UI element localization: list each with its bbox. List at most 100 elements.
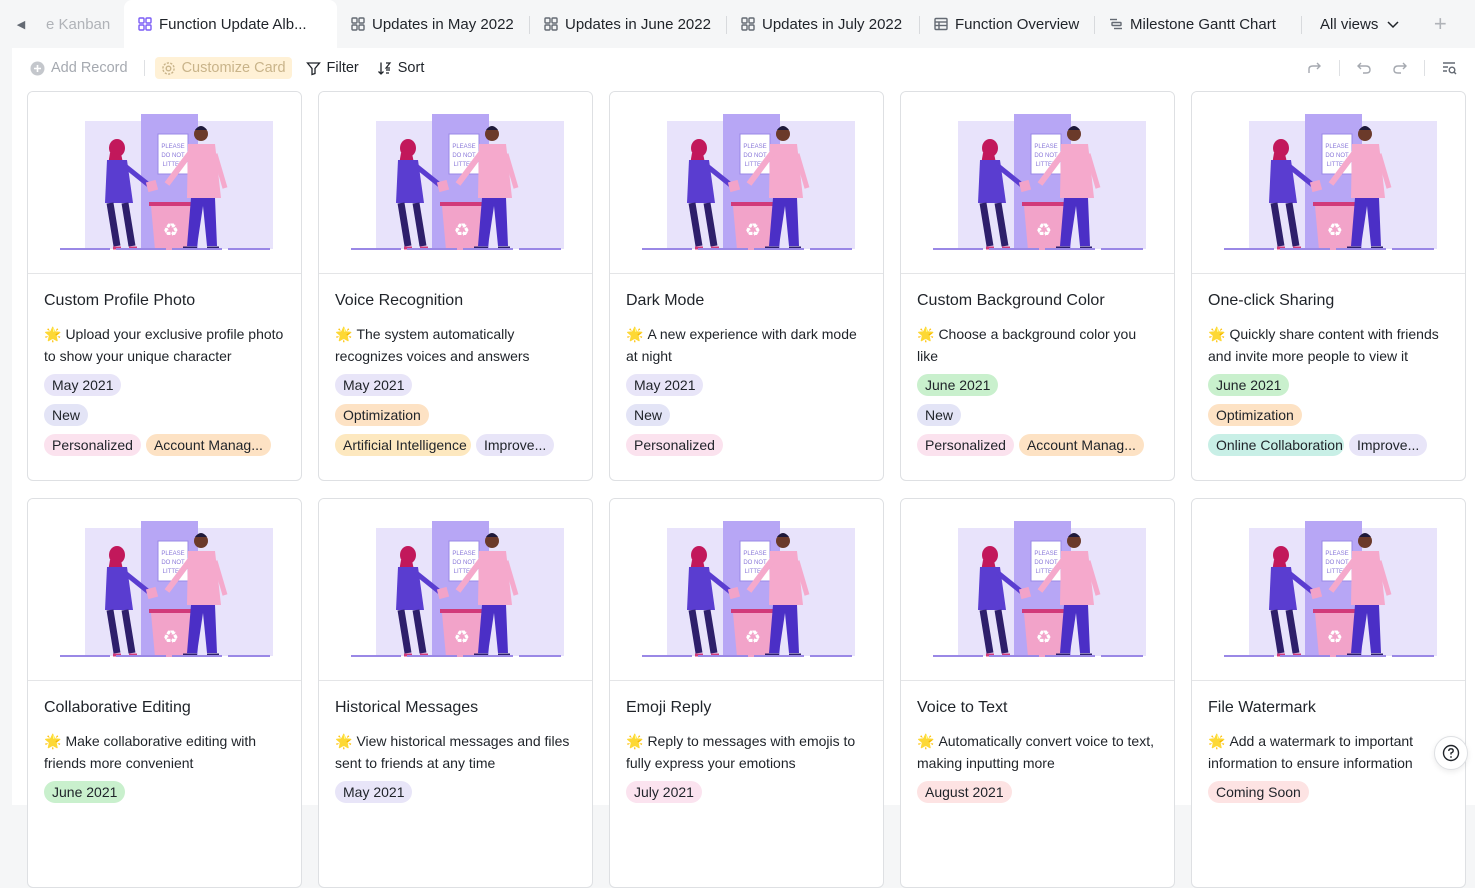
star-emoji-icon: 🌟 bbox=[1208, 326, 1226, 342]
table-icon bbox=[934, 17, 948, 31]
tab-updates-june-2022[interactable]: Updates in June 2022 bbox=[530, 0, 727, 48]
month-field: June 2021 bbox=[1208, 374, 1449, 396]
month-tag: Coming Soon bbox=[1208, 781, 1309, 803]
search-records-icon[interactable] bbox=[1431, 60, 1467, 76]
card-body: Custom Background Color 🌟 Choose a backgro… bbox=[901, 274, 1174, 456]
card-description-text: Add a watermark to important information… bbox=[1208, 733, 1414, 771]
card-description-text: View historical messages and files sent … bbox=[335, 733, 570, 771]
card-description: 🌟 Reply to messages with emojis to fully … bbox=[626, 730, 867, 774]
card-description-text: Choose a background color you like bbox=[917, 326, 1137, 364]
month-tag: May 2021 bbox=[335, 374, 413, 396]
tab-partial-kanban[interactable]: e Kanban bbox=[42, 0, 124, 48]
filter-button[interactable]: Filter bbox=[305, 60, 359, 76]
month-tag: August 2021 bbox=[917, 781, 1012, 803]
record-card[interactable]: PLEASE DO NOT LITTER ♻ Voice to Text 🌟 Aut… bbox=[900, 498, 1175, 888]
help-icon bbox=[1442, 744, 1460, 762]
month-tag: May 2021 bbox=[44, 374, 122, 396]
category-tag: Online Collaboration bbox=[1208, 434, 1344, 456]
card-gallery: PLEASE DO NOT LITTER ♻ Custom Profile Ph… bbox=[12, 88, 1475, 888]
svg-text:♻: ♻ bbox=[162, 627, 178, 648]
tab-label: Updates in May 2022 bbox=[372, 15, 514, 33]
sort-button[interactable]: Sort bbox=[377, 60, 424, 76]
card-description: 🌟 The system automatically recognizes voi… bbox=[335, 323, 576, 367]
tab-updates-may-2022[interactable]: Updates in May 2022 bbox=[337, 0, 530, 48]
tab-milestone-gantt[interactable]: Milestone Gantt Chart bbox=[1095, 0, 1302, 48]
card-title: Custom Profile Photo bbox=[44, 292, 196, 309]
record-card[interactable]: PLEASE DO NOT LITTER ♻ One-click Sharing… bbox=[1191, 91, 1466, 481]
record-card[interactable]: PLEASE DO NOT LITTER ♻ Emoji Reply 🌟 Reply… bbox=[609, 498, 884, 888]
redo-icon[interactable] bbox=[1382, 60, 1418, 76]
customize-card-label: Customize Card bbox=[181, 60, 286, 76]
svg-text:DO NOT: DO NOT bbox=[743, 560, 767, 566]
category-tag: Personalized bbox=[917, 434, 1014, 456]
card-description: 🌟 Automatically convert voice to text, ma… bbox=[917, 730, 1158, 774]
svg-text:DO NOT: DO NOT bbox=[1325, 560, 1349, 566]
card-cover-image: PLEASE DO NOT LITTER ♻ bbox=[1192, 92, 1465, 274]
svg-text:DO NOT: DO NOT bbox=[1034, 153, 1058, 159]
grid-icon bbox=[351, 17, 365, 31]
tab-label: Updates in June 2022 bbox=[565, 15, 711, 33]
card-description: 🌟 Quickly share content with friends and … bbox=[1208, 323, 1449, 367]
star-emoji-icon: 🌟 bbox=[917, 326, 935, 342]
month-field: Coming Soon bbox=[1208, 781, 1449, 803]
svg-text:PLEASE: PLEASE bbox=[1034, 551, 1057, 557]
svg-text:♻: ♻ bbox=[453, 220, 469, 241]
sort-icon bbox=[377, 61, 392, 76]
tab-partial-label: e Kanban bbox=[46, 15, 111, 33]
tab-function-update-album[interactable]: Function Update Alb... bbox=[124, 0, 337, 48]
record-card[interactable]: PLEASE DO NOT LITTER ♻ Historical Messag… bbox=[318, 498, 593, 888]
card-body: Dark Mode 🌟 A new experience with dark mod… bbox=[610, 274, 883, 456]
type-tag: New bbox=[917, 404, 962, 426]
tab-function-overview[interactable]: Function Overview bbox=[920, 0, 1095, 48]
recycling-illustration: PLEASE DO NOT LITTER ♻ bbox=[932, 520, 1146, 657]
toolbar: Add Record Customize Card Filter Sort bbox=[12, 48, 1475, 88]
card-description-text: A new experience with dark mode at night bbox=[626, 326, 857, 364]
scroll-left-icon[interactable]: ◀ bbox=[0, 0, 42, 48]
recycling-illustration: PLEASE DO NOT LITTER ♻ bbox=[59, 520, 273, 657]
svg-text:♻: ♻ bbox=[1035, 220, 1051, 241]
help-button[interactable] bbox=[1434, 736, 1468, 770]
svg-text:♻: ♻ bbox=[453, 627, 469, 648]
record-card[interactable]: PLEASE DO NOT LITTER ♻ Voice Recognition… bbox=[318, 91, 593, 481]
card-title: Historical Messages bbox=[335, 699, 479, 716]
svg-text:DO NOT: DO NOT bbox=[1034, 560, 1058, 566]
category-tag: Personalized bbox=[44, 434, 141, 456]
add-view-button[interactable]: + bbox=[1420, 0, 1460, 48]
record-card[interactable]: PLEASE DO NOT LITTER ♻ Collaborative Edi… bbox=[27, 498, 302, 888]
recycling-illustration: PLEASE DO NOT LITTER ♻ bbox=[932, 113, 1146, 250]
card-description-text: Automatically convert voice to text, mak… bbox=[917, 733, 1154, 771]
add-record-button[interactable]: Add Record bbox=[30, 60, 128, 76]
card-description-text: Reply to messages with emojis to fully e… bbox=[626, 733, 856, 771]
add-record-label: Add Record bbox=[51, 60, 128, 76]
record-card[interactable]: PLEASE DO NOT LITTER ♻ File Watermark 🌟 Ad… bbox=[1191, 498, 1466, 888]
card-title: Voice Recognition bbox=[335, 292, 464, 309]
month-tag: June 2021 bbox=[44, 781, 126, 803]
tab-label: Updates in July 2022 bbox=[762, 15, 903, 33]
card-body: Emoji Reply 🌟 Reply to messages with emoji… bbox=[610, 681, 883, 803]
record-card[interactable]: PLEASE DO NOT LITTER ♻ Dark Mode 🌟 A new e… bbox=[609, 91, 884, 481]
month-field: May 2021 bbox=[335, 374, 576, 396]
svg-text:PLEASE: PLEASE bbox=[452, 144, 475, 150]
card-description-text: Make collaborative editing with friends … bbox=[44, 733, 257, 771]
svg-text:DO NOT: DO NOT bbox=[452, 560, 476, 566]
all-views-dropdown[interactable]: All views bbox=[1302, 0, 1420, 48]
card-cover-image: PLEASE DO NOT LITTER ♻ bbox=[28, 499, 301, 681]
toolbar-right-actions bbox=[1297, 48, 1467, 88]
card-description: 🌟 A new experience with dark mode at nigh… bbox=[626, 323, 867, 367]
share-icon[interactable] bbox=[1297, 60, 1333, 76]
record-card[interactable]: PLEASE DO NOT LITTER ♻ Custom Background… bbox=[900, 91, 1175, 481]
month-field: May 2021 bbox=[44, 374, 285, 396]
month-field: May 2021 bbox=[335, 781, 576, 803]
filter-icon bbox=[305, 61, 321, 76]
filter-label: Filter bbox=[326, 60, 359, 76]
recycling-illustration: PLEASE DO NOT LITTER ♻ bbox=[350, 520, 564, 657]
record-card[interactable]: PLEASE DO NOT LITTER ♻ Custom Profile Ph… bbox=[27, 91, 302, 481]
view-tab-bar: ◀ e Kanban Function Update Alb... Update… bbox=[0, 0, 1475, 48]
customize-card-button[interactable]: Customize Card bbox=[154, 57, 292, 79]
undo-icon[interactable] bbox=[1346, 60, 1382, 76]
tab-updates-july-2022[interactable]: Updates in July 2022 bbox=[727, 0, 920, 48]
card-body: Custom Profile Photo 🌟 Upload your exclusi… bbox=[28, 274, 301, 456]
all-views-label: All views bbox=[1320, 15, 1379, 33]
month-field: June 2021 bbox=[44, 781, 285, 803]
svg-text:♻: ♻ bbox=[1326, 220, 1342, 241]
